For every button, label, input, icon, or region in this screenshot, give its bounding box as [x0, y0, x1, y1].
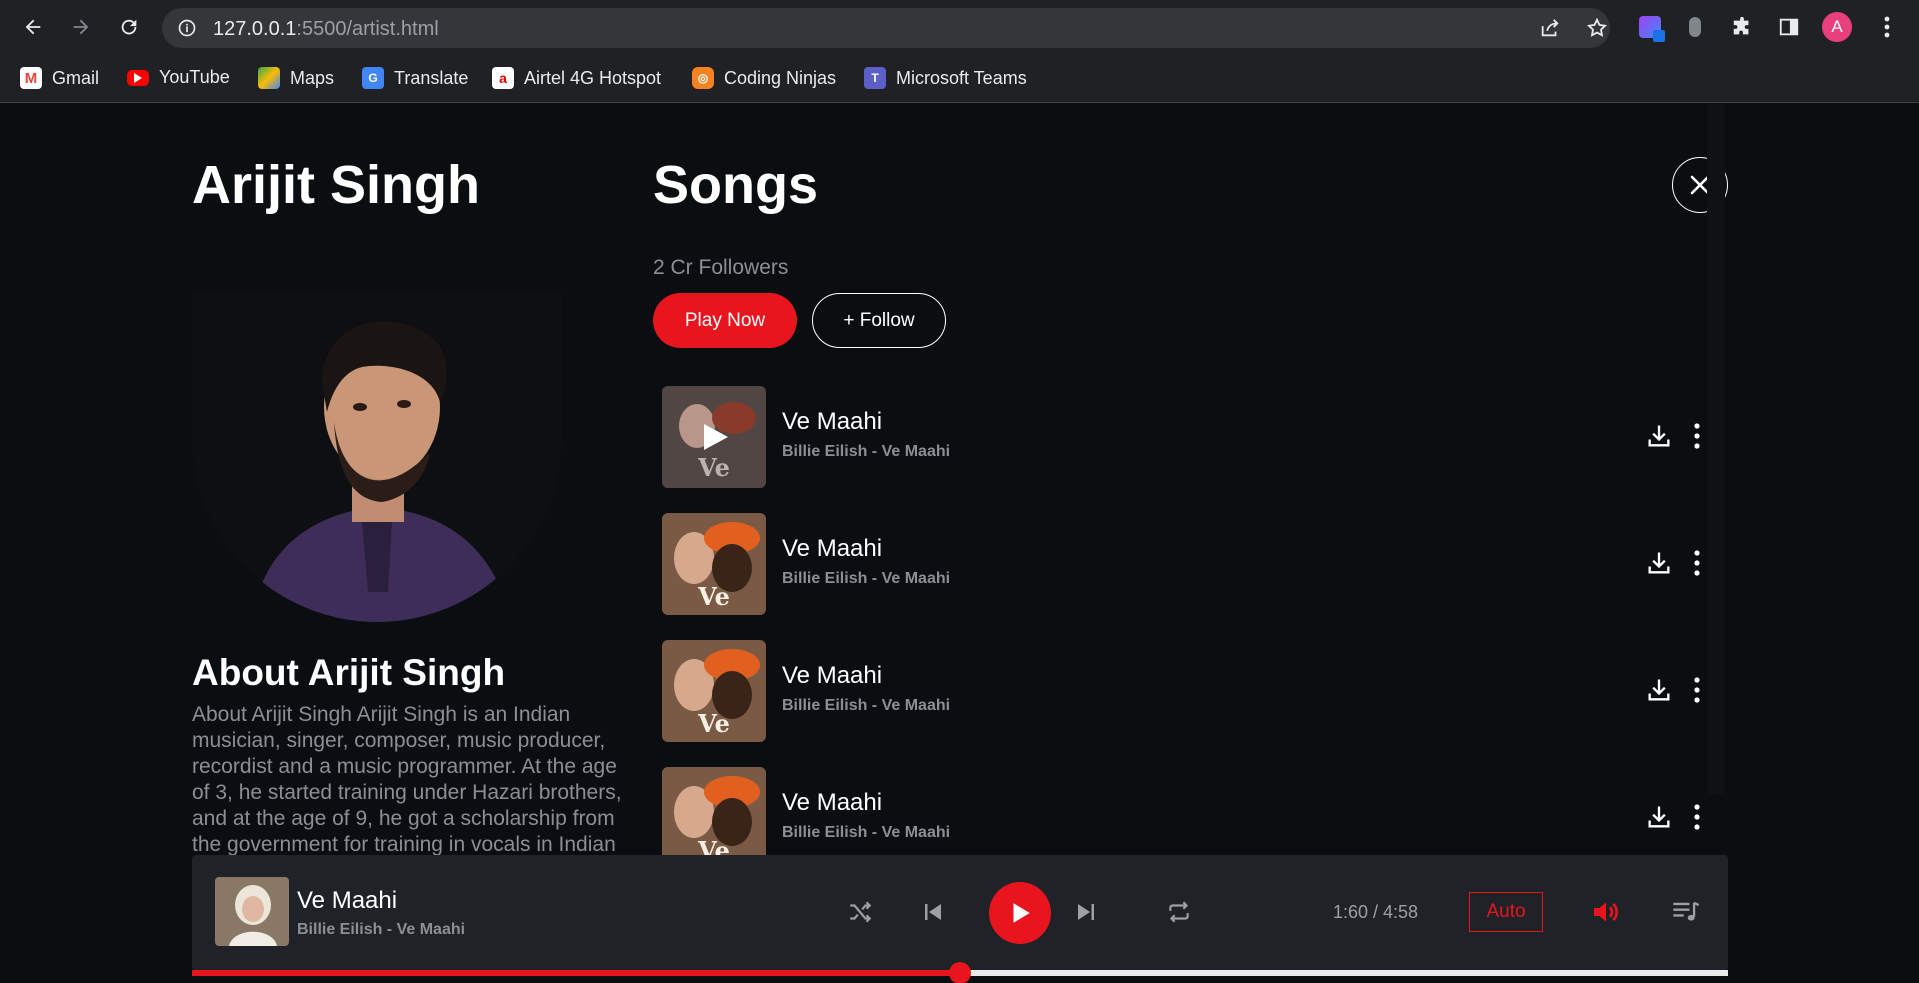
artist-name: Arijit Singh	[192, 155, 480, 215]
svg-text:Ve: Ve	[697, 582, 730, 611]
svg-text:Ve: Ve	[697, 709, 730, 738]
song-thumbnail[interactable]: Ve	[662, 767, 766, 869]
song-title: Ve Maahi	[782, 535, 883, 562]
reload-icon[interactable]	[114, 12, 144, 42]
browser-toolbar: 127.0.0.1:5500/artist.html A	[0, 0, 1919, 55]
playback-time: 1:60 / 4:58	[1333, 902, 1419, 922]
svg-text:Ve: Ve	[697, 453, 730, 482]
side-panel-icon[interactable]	[1774, 12, 1804, 42]
url-text: 127.0.0.1:5500/artist.html	[213, 18, 439, 40]
extension-icon[interactable]	[1635, 12, 1665, 42]
more-options-icon[interactable]	[1688, 421, 1706, 451]
bookmark-gmail[interactable]: M Gmail	[20, 67, 99, 89]
song-row[interactable]: Ve Ve Maahi Billie Eilish - Ve Maahi	[662, 767, 1712, 869]
now-playing-thumbnail	[215, 877, 289, 946]
back-arrow-icon[interactable]	[18, 12, 48, 42]
airtel-icon: a	[492, 67, 514, 89]
song-thumbnail[interactable]: Ve	[662, 513, 766, 615]
bookmark-airtel[interactable]: a Airtel 4G Hotspot	[492, 67, 661, 89]
progress-handle[interactable]	[949, 962, 971, 983]
avatar[interactable]: A	[1822, 12, 1852, 42]
previous-icon[interactable]	[916, 895, 950, 929]
mouse-extension-icon[interactable]	[1680, 12, 1710, 42]
bookmark-star-icon[interactable]	[1586, 17, 1608, 44]
artist-page: Arijit Singh About Arijit Singh About Ar…	[0, 104, 1919, 983]
site-info-icon[interactable]	[177, 18, 197, 43]
translate-icon: G	[362, 67, 384, 89]
bookmark-youtube[interactable]: YouTube	[127, 67, 230, 88]
more-options-icon[interactable]	[1688, 548, 1706, 578]
download-icon[interactable]	[1644, 548, 1674, 578]
followers-count: 2 Cr Followers	[653, 256, 789, 279]
download-icon[interactable]	[1644, 421, 1674, 451]
bookmark-microsoft-teams[interactable]: T Microsoft Teams	[864, 67, 1027, 89]
song-thumbnail[interactable]: Ve	[662, 386, 766, 488]
progress-bar[interactable]	[192, 962, 1728, 983]
song-row[interactable]: Ve Ve Maahi Billie Eilish - Ve Maahi	[662, 513, 1712, 615]
teams-icon: T	[864, 67, 886, 89]
auto-button[interactable]: Auto	[1469, 892, 1543, 932]
address-bar[interactable]: 127.0.0.1:5500/artist.html	[162, 8, 1610, 48]
youtube-icon	[127, 69, 149, 86]
song-row[interactable]: Ve Ve Maahi Billie Eilish - Ve Maahi	[662, 386, 1712, 488]
bookmark-translate[interactable]: G Translate	[362, 67, 468, 89]
bookmark-maps[interactable]: Maps	[258, 67, 334, 89]
music-player: Ve Maahi Billie Eilish - Ve Maahi 1:60 /…	[192, 855, 1728, 971]
repeat-icon[interactable]	[1162, 895, 1196, 929]
song-subtitle: Billie Eilish - Ve Maahi	[782, 570, 951, 587]
share-icon[interactable]	[1539, 17, 1561, 44]
coding-ninjas-icon: ◎	[692, 67, 714, 89]
kebab-menu-icon[interactable]	[1872, 12, 1902, 42]
play-now-button[interactable]: Play Now	[653, 293, 797, 348]
follow-button[interactable]: + Follow	[812, 293, 946, 348]
song-thumbnail[interactable]: Ve	[662, 640, 766, 742]
song-subtitle: Billie Eilish - Ve Maahi	[782, 443, 951, 460]
song-row[interactable]: Ve Ve Maahi Billie Eilish - Ve Maahi	[662, 640, 1712, 742]
song-subtitle: Billie Eilish - Ve Maahi	[782, 824, 951, 841]
bookmarks-bar: M Gmail YouTube Maps G Translate a Airte…	[0, 55, 1919, 103]
volume-icon[interactable]	[1589, 895, 1623, 929]
queue-icon[interactable]	[1669, 895, 1703, 929]
song-title: Ve Maahi	[782, 789, 883, 816]
bookmark-coding-ninjas[interactable]: ◎ Coding Ninjas	[692, 67, 836, 89]
download-icon[interactable]	[1644, 675, 1674, 705]
next-icon[interactable]	[1069, 895, 1103, 929]
maps-icon	[258, 67, 280, 89]
songs-title: Songs	[653, 155, 819, 215]
forward-arrow-icon[interactable]	[66, 12, 96, 42]
more-options-icon[interactable]	[1688, 802, 1706, 832]
now-playing-subtitle: Billie Eilish - Ve Maahi	[297, 921, 466, 938]
download-icon[interactable]	[1644, 802, 1674, 832]
song-subtitle: Billie Eilish - Ve Maahi	[782, 697, 951, 714]
progress-fill	[192, 970, 960, 976]
song-title: Ve Maahi	[782, 662, 883, 689]
about-title: About Arijit Singh	[192, 652, 506, 693]
artist-photo	[192, 292, 562, 622]
shuffle-icon[interactable]	[843, 895, 877, 929]
song-title: Ve Maahi	[782, 408, 883, 435]
more-options-icon[interactable]	[1688, 675, 1706, 705]
now-playing-title: Ve Maahi	[297, 887, 398, 914]
play-icon	[1013, 903, 1030, 923]
puzzle-icon[interactable]	[1727, 12, 1757, 42]
gmail-icon: M	[20, 67, 42, 89]
play-pause-button[interactable]	[989, 882, 1051, 944]
